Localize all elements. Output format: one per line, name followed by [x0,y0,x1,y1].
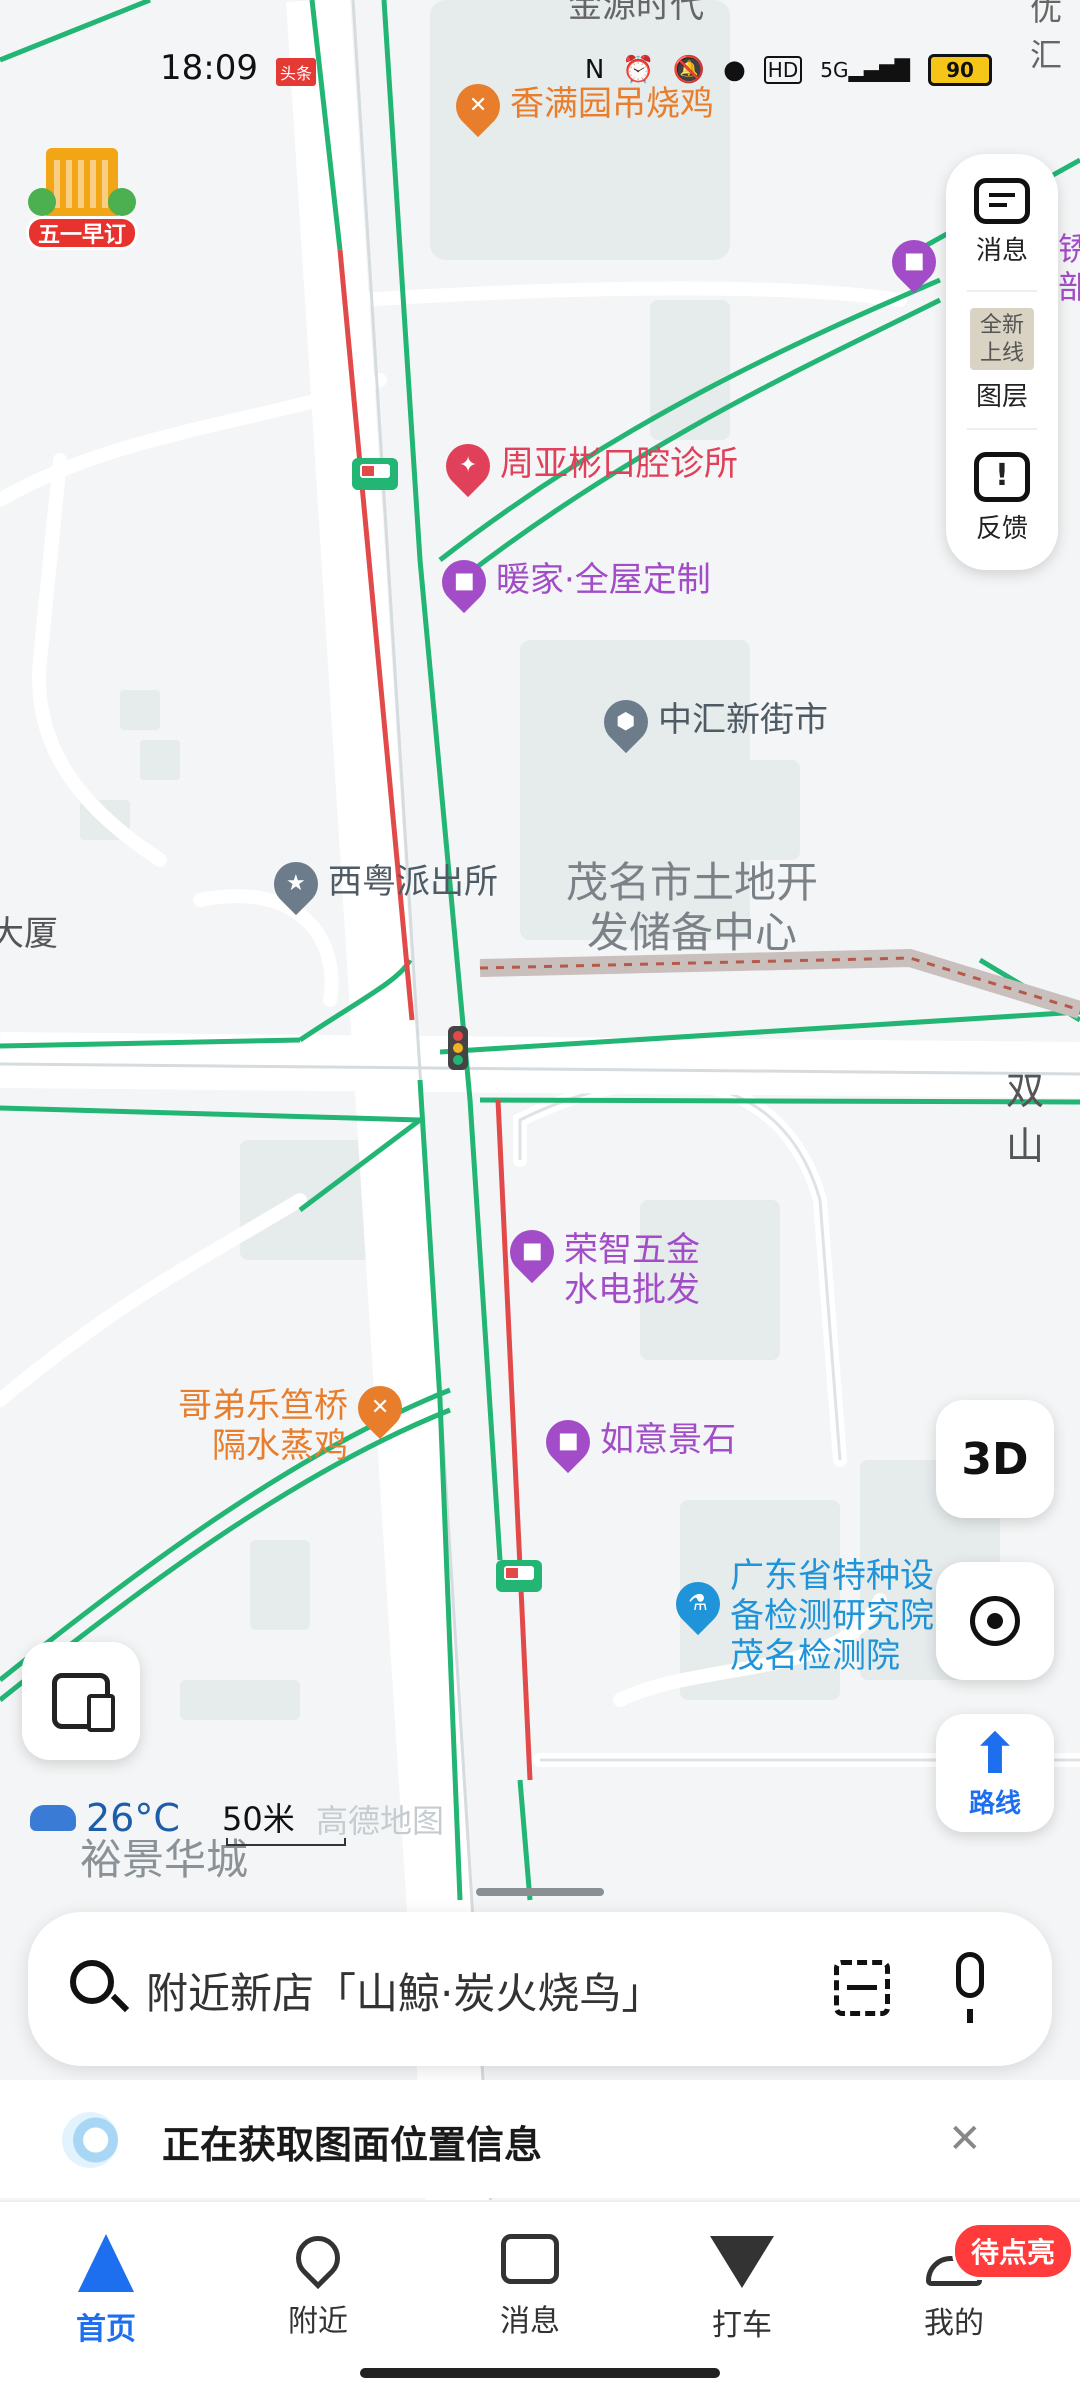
poi-label: 荣智五金 水电批发 [564,1230,700,1310]
temperature: 26°C [86,1796,180,1840]
feedback-label: 反馈 [975,513,1028,544]
poi-label: 哥弟乐笪桥 隔水蒸鸡 [178,1386,348,1466]
shop-icon: ■ [536,1410,600,1474]
layers-button[interactable]: 全新上线 图层 [946,292,1058,428]
bus-stop-icon[interactable] [496,1560,542,1592]
locating-spinner-icon [62,2112,118,2168]
poi-label: 中汇新街市 [658,700,828,740]
poi-clinic[interactable]: ✦ 周亚彬口腔诊所 [436,434,738,498]
network-type: 5G [820,58,849,82]
feedback-button[interactable]: ! 反馈 [946,430,1058,566]
bus-icon [52,1673,115,1732]
message-icon [974,177,1030,224]
poi-shop[interactable]: ■ 暖家·全屋定制 [432,550,711,614]
location-status-text: 正在获取图面位置信息 [162,2123,543,2167]
battery-icon: 90 [928,54,992,86]
drag-handle[interactable] [476,1888,604,1896]
close-icon[interactable]: ✕ [948,2116,982,2162]
tab-home[interactable]: 首页 [36,2230,176,2348]
traffic-light-icon[interactable] [448,1026,468,1070]
tab-label: 首页 [76,2312,136,2347]
hd-icon: HD [763,56,803,84]
scan-icon[interactable] [834,1960,890,2016]
shop-icon: ■ [500,1220,564,1284]
hotel-icon [28,148,136,216]
area-label-right-cut-2: 部 [1058,268,1080,306]
message-icon [501,2234,559,2284]
route-button[interactable]: ⬆ 路线 [936,1714,1054,1832]
market-icon: ⬢ [594,690,658,754]
microphone-icon[interactable] [956,1952,984,2023]
mine-badge: 待点亮 [952,2222,1075,2280]
poi-label: 广东省特种设 备检测研究院 茂名检测院 [730,1556,934,1676]
alarm-icon: ⏰ [622,55,655,85]
route-arrow-icon: ⬆ [971,1721,1019,1787]
location-icon: ● [723,55,746,85]
poi-shop[interactable]: ■ 如意景石 [536,1410,736,1474]
messages-label: 消息 [975,235,1028,266]
layers-thumbnail: 全新上线 [970,307,1034,370]
search-input[interactable]: 附近新店「山鯨·炭火烧鸟」 [146,1960,663,2021]
poi-label: 暖家·全屋定制 [496,560,711,600]
cloud-icon [30,1805,76,1831]
tab-label: 附近 [288,2304,348,2339]
shop-icon: ■ [432,550,496,614]
poi-shop[interactable]: ■ 荣智五金 水电批发 [500,1220,700,1310]
area-label-building-left: 大厦 [0,914,58,954]
poi-police[interactable]: ★ 西粤派出所 [264,852,498,916]
police-icon: ★ [264,852,328,916]
promo-badge[interactable]: 五一早订 [22,138,144,260]
tab-taxi[interactable]: 打车 [672,2230,812,2344]
location-pin-icon [286,2226,350,2290]
area-label-top-cut: 金源时代 [568,0,704,26]
tab-label: 消息 [500,2304,560,2339]
taxi-icon [710,2236,774,2288]
poi-shop-edge[interactable]: ■ [882,230,946,294]
shop-icon: ■ [882,230,946,294]
scale-label: 50米 [222,1800,295,1838]
3d-label: 3D [961,1433,1029,1485]
locate-button[interactable] [936,1562,1054,1680]
mute-icon: 🔕 [672,55,706,85]
status-bar: 18:09 头条 N ⏰ 🔕 ● HD 5G▂▄▆█ 90 [0,48,1080,98]
lab-flask-icon: ⚗ [666,1572,730,1636]
layers-label: 图层 [975,381,1028,412]
navigation-arrow-icon [78,2234,134,2292]
tab-nearby[interactable]: 附近 [248,2226,388,2340]
restaurant-icon: ✕ [348,1376,412,1440]
dental-icon: ✦ [436,434,500,498]
tab-messages[interactable]: 消息 [460,2230,600,2340]
status-time: 18:09 [160,48,258,88]
poi-market[interactable]: ⬢ 中汇新街市 [594,690,828,754]
area-label-road-right: 双山 [1006,1069,1045,1168]
search-bar[interactable]: 附近新店「山鯨·炭火烧鸟」 [28,1912,1052,2066]
status-icons: N ⏰ 🔕 ● HD 5G▂▄▆█ 90 [585,54,992,86]
poi-label: 如意景石 [600,1420,736,1460]
poi-label: 周亚彬口腔诊所 [500,444,738,484]
crosshair-icon [970,1596,1020,1646]
promo-label: 五一早订 [26,216,138,250]
signal-icon: 5G▂▄▆█ [820,58,910,82]
map-watermark: 高德地图 [316,1802,445,1840]
poi-food[interactable]: ✕ 哥弟乐笪桥 隔水蒸鸡 [178,1376,412,1466]
home-indicator[interactable] [360,2368,720,2378]
search-icon [70,1960,130,2013]
messages-button[interactable]: 消息 [946,154,1058,290]
side-panel: 消息 全新上线 图层 ! 反馈 [946,154,1058,570]
3d-toggle-button[interactable]: 3D [936,1400,1054,1518]
area-label-land-center: 茂名市土地开 发储备中心 [566,858,819,957]
tab-label: 我的 [924,2306,984,2341]
poi-institute[interactable]: ⚗ 广东省特种设 备检测研究院 茂名检测院 [666,1556,934,1676]
news-badge: 头条 [276,58,317,86]
route-label: 路线 [968,1788,1021,1819]
tab-label: 打车 [712,2308,772,2343]
location-status-bar: 正在获取图面位置信息 ✕ [0,2080,1080,2198]
poi-label: 西粤派出所 [328,862,498,902]
weather-widget[interactable]: 26°C [30,1796,180,1840]
transit-button[interactable] [22,1642,140,1760]
nfc-icon: N [584,55,605,85]
bus-stop-icon[interactable] [352,458,398,490]
scale-bar [226,1838,346,1846]
feedback-icon: ! [974,451,1030,502]
